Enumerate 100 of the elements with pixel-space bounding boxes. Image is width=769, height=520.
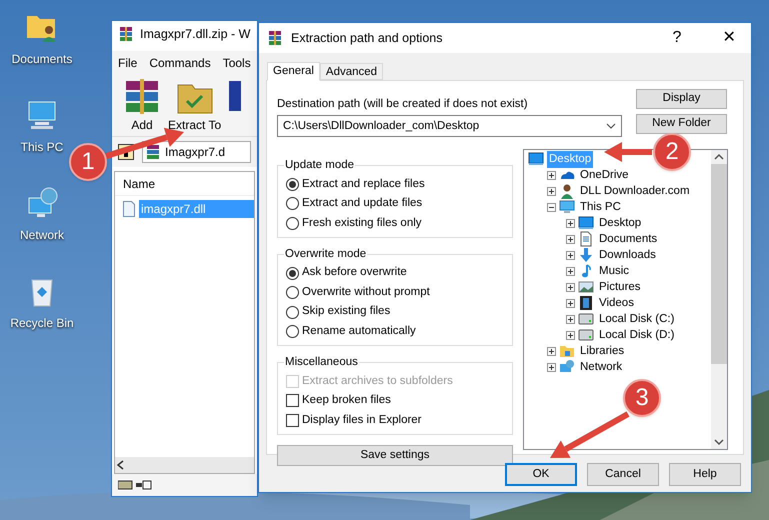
save-settings-button[interactable]: Save settings — [277, 445, 513, 466]
download-arrow-icon — [578, 247, 594, 264]
scroll-thumb[interactable] — [711, 164, 727, 364]
plus-icon — [567, 316, 574, 323]
plus-icon — [548, 364, 555, 371]
menu-item[interactable]: Commands — [149, 54, 211, 72]
monitor-icon — [528, 151, 544, 168]
tab[interactable]: General — [267, 62, 320, 81]
plus-icon — [567, 220, 574, 227]
expander[interactable] — [566, 266, 575, 276]
radio-button[interactable] — [286, 286, 299, 299]
plus-icon — [567, 236, 574, 243]
plus-icon — [567, 252, 574, 259]
computer-icon — [559, 199, 575, 216]
checkbox[interactable] — [286, 394, 299, 408]
expander[interactable] — [566, 218, 575, 228]
group-title: Miscellaneous — [284, 355, 359, 370]
menu-item[interactable]: Tools — [222, 54, 251, 72]
expander[interactable] — [566, 282, 575, 292]
expander[interactable] — [566, 330, 575, 340]
toolbar-button[interactable]: Extract To — [168, 77, 222, 134]
expander[interactable] — [566, 298, 575, 308]
horizontal-scrollbar[interactable] — [115, 457, 254, 473]
plus-icon — [548, 188, 555, 195]
plus-icon — [567, 332, 574, 339]
expander[interactable] — [547, 202, 556, 212]
archive-icon — [267, 30, 283, 46]
tree-item[interactable]: This PC — [578, 198, 623, 216]
expander[interactable] — [547, 170, 556, 180]
film-icon — [578, 295, 594, 312]
radio-button[interactable] — [286, 306, 299, 318]
tree-item[interactable]: Pictures — [597, 278, 643, 296]
option-label: Extract and update files — [302, 196, 422, 212]
drive-icon — [578, 311, 594, 328]
tree-item[interactable]: Documents — [597, 230, 660, 248]
tree-item[interactable]: Desktop — [597, 214, 644, 232]
option-label: Ask before overwrite — [302, 265, 407, 280]
drive-icon — [578, 327, 594, 344]
desktop-icon-label[interactable]: This PC — [20, 138, 64, 156]
close-button[interactable]: ✕ — [707, 23, 751, 53]
drive-key-icon — [118, 479, 152, 491]
tree-item[interactable]: DLL Downloader.com — [578, 182, 692, 200]
archive-icon — [118, 26, 134, 42]
toolbar-button[interactable]: Add — [122, 77, 162, 134]
monitor-icon — [578, 215, 594, 232]
tree-item[interactable]: Local Disk (C:) — [597, 310, 676, 328]
path-combobox[interactable]: C:\Users\DllDownloader_com\Desktop — [277, 115, 622, 138]
tree-item[interactable]: Downloads — [597, 246, 658, 264]
arrow — [604, 142, 652, 162]
option-label: Extract archives to subfolders — [302, 374, 453, 389]
option-label: Rename automatically — [302, 324, 416, 339]
radio-button[interactable] — [286, 197, 299, 210]
plus-icon — [548, 348, 555, 355]
help-button[interactable]: ? — [655, 23, 699, 53]
column-header[interactable]: Name — [115, 172, 254, 196]
option-label: Skip existing files — [302, 304, 390, 320]
vertical-scrollbar[interactable] — [711, 150, 727, 450]
option-label: Extract and replace files — [302, 176, 425, 192]
radio-button[interactable] — [286, 178, 299, 191]
menu-item[interactable]: File — [118, 54, 138, 72]
tree-item[interactable]: Libraries — [578, 342, 626, 360]
plus-icon — [567, 300, 574, 307]
window-title: Imagxpr7.dll.zip - W — [140, 26, 250, 43]
radio-button[interactable] — [286, 325, 299, 338]
file-icon — [123, 201, 135, 217]
plus-icon — [567, 284, 574, 291]
desktop-icon-label[interactable]: Network — [20, 226, 64, 244]
radio-button[interactable] — [286, 266, 299, 280]
tab[interactable]: Advanced — [320, 63, 384, 80]
plus-icon — [548, 172, 555, 179]
expander[interactable] — [547, 362, 556, 372]
option-label: Keep broken files — [302, 393, 391, 408]
archive-icon — [145, 144, 161, 160]
folder-icon — [559, 343, 575, 360]
landscape-icon — [578, 279, 594, 296]
expander[interactable] — [566, 250, 575, 260]
tree-item[interactable]: Music — [597, 262, 632, 280]
expander[interactable] — [547, 346, 556, 356]
tree-item[interactable]: Local Disk (D:) — [597, 326, 676, 344]
expander[interactable] — [566, 314, 575, 324]
dialog-button[interactable]: Help — [669, 463, 741, 486]
desktop-icon-label[interactable]: Documents — [12, 50, 72, 68]
expander[interactable] — [547, 186, 556, 196]
side-button[interactable]: Display — [636, 89, 727, 109]
tree-item[interactable]: Network — [578, 358, 624, 376]
option-label: Display files in Explorer — [302, 412, 422, 428]
address-field[interactable]: Imagxpr7.d — [142, 141, 251, 163]
side-button[interactable]: New Folder — [636, 114, 727, 134]
dropdown-icon — [606, 123, 616, 130]
dialog-button[interactable]: Cancel — [587, 463, 659, 486]
radio-button[interactable] — [286, 216, 299, 230]
dialog-button[interactable]: OK — [505, 463, 577, 486]
tree-item[interactable]: Videos — [597, 294, 636, 312]
person-icon — [559, 183, 575, 200]
document-icon — [578, 231, 594, 248]
tree-item[interactable]: OneDrive — [578, 166, 631, 184]
checkbox[interactable] — [286, 414, 299, 427]
field-label: Destination path (will be created if does not exist) — [277, 97, 529, 112]
expander[interactable] — [566, 234, 575, 244]
group-title: Overwrite mode — [284, 247, 368, 262]
